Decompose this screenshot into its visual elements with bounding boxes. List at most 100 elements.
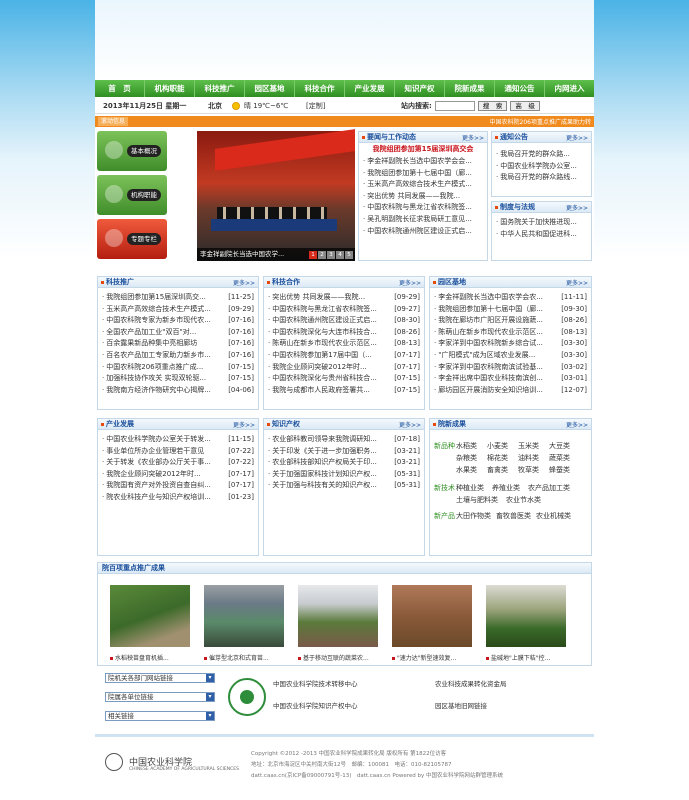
results-link[interactable]: 大豆类 (549, 440, 580, 452)
regulation-item[interactable]: 国务院关于加快推进现... (492, 217, 591, 229)
list-item[interactable]: 我院与成都市人民政府签署共...[07-15] (264, 385, 424, 397)
results-more[interactable]: 更多>> (566, 420, 588, 429)
list-item[interactable]: 突出优势 共同发展——我院...[09-29] (264, 292, 424, 304)
results-link[interactable]: 农业节水类 (506, 494, 546, 506)
list-item[interactable]: 李家洋到中国农科院南滨试验基...[03-02] (430, 362, 591, 374)
ip-more[interactable]: 更多>> (399, 420, 421, 429)
strip-photo[interactable] (110, 585, 190, 647)
list-item[interactable]: 中国农科院专家为新乡市现代农...[07-16] (98, 315, 258, 327)
news-item[interactable]: 我院组团参加第十七届中国（廊... (359, 168, 487, 180)
nav-home[interactable]: 首 页 (95, 80, 145, 97)
slideshow[interactable]: 李金祥副院长当选中国农学... 1 2 3 4 5 (197, 129, 355, 261)
overview-button[interactable]: 基本概况 (97, 131, 167, 171)
footer-icp[interactable]: datt.caas.cn(京ICP备09000791号-13) datt.caa… (251, 771, 503, 779)
list-item[interactable]: 关于转发《农业部办公厅关于事...[07-22] (98, 457, 258, 469)
results-link[interactable]: 水稻类 (456, 440, 487, 452)
strip-photo[interactable] (486, 585, 566, 647)
results-link[interactable]: 农产品加工类 (528, 482, 578, 494)
slide-page-4[interactable]: 4 (336, 251, 344, 259)
slide-page-5[interactable]: 5 (345, 251, 353, 259)
customize-link[interactable]: [定制] (306, 101, 401, 111)
list-item[interactable]: 农业部科技部知识产权局关于印...[03-21] (264, 457, 424, 469)
list-item[interactable]: 关于加强国家科技计划知识产权...[05-31] (264, 469, 424, 481)
list-item[interactable]: 中国农科院206项重点推广成...[07-15] (98, 362, 258, 374)
search-button[interactable]: 搜 索 (477, 101, 508, 111)
list-item[interactable]: 李金祥出席中国农业科技南滨创...[03-01] (430, 373, 591, 385)
strip-caption[interactable]: 盐碱地"上膜下秸"控... (486, 653, 572, 662)
nav-tech-coop[interactable]: 科技合作 (295, 80, 345, 97)
results-link[interactable]: 土壤与肥料类 (456, 494, 506, 506)
link-select-related[interactable]: 相关链接 (105, 711, 215, 721)
slide-page-3[interactable]: 3 (327, 251, 335, 259)
list-item[interactable]: 李金祥副院长当选中国农学会农...[11-11] (430, 292, 591, 304)
news-item[interactable]: 吴孔明副院长征求我局研工意见... (359, 214, 487, 226)
results-link[interactable]: 玉米类 (518, 440, 549, 452)
list-item[interactable]: 关于加强与科技有关的知识产权...[05-31] (264, 480, 424, 492)
institution-button[interactable]: 机构职能 (97, 175, 167, 215)
special-topic-button[interactable]: 专题专栏 (97, 219, 167, 259)
list-item[interactable]: 李家洋到中国农科院新乡综合试...[03-30] (430, 338, 591, 350)
list-item[interactable]: "广阳模式"成为区域农业发展...[03-30] (430, 350, 591, 362)
list-item[interactable]: 中国农科院深化与贵州省科技合...[07-15] (264, 373, 424, 385)
results-link[interactable]: 大田作物类 (456, 510, 496, 522)
regulation-item[interactable]: 中华人民共和国促进科... (492, 229, 591, 241)
list-item[interactable]: 全国农产品加工业"双百"对...[07-16] (98, 327, 258, 339)
news-more[interactable]: 更多>> (462, 133, 484, 142)
list-item[interactable]: 百余露果新品种集中亮相廊坊[07-16] (98, 338, 258, 350)
notice-item[interactable]: 我局召开党的群众路线... (492, 172, 591, 184)
strip-photo[interactable] (298, 585, 378, 647)
list-item[interactable]: 农业部科教司领导来我院调研知...[07-18] (264, 434, 424, 446)
list-item[interactable]: 中国农科院与黑龙江省农科院签...[09-27] (264, 304, 424, 316)
strip-caption[interactable]: 基于移动互联的蔬菜农... (298, 653, 384, 662)
advanced-search-button[interactable]: 高 级 (510, 101, 540, 111)
strip-photo[interactable] (204, 585, 284, 647)
results-link[interactable]: 畜牧兽医类 (496, 510, 536, 522)
nav-institution[interactable]: 机构职能 (145, 80, 195, 97)
link-select-units[interactable]: 院属各单位链接 (105, 692, 215, 702)
list-item[interactable]: 加强科技协作攻关 实现双轮驱...[07-15] (98, 373, 258, 385)
news-item[interactable]: 玉米高产高效综合技术生产模式... (359, 179, 487, 191)
list-item[interactable]: 玉米高产高效综合技术生产模式...[09-29] (98, 304, 258, 316)
nav-park-base[interactable]: 园区基地 (245, 80, 295, 97)
results-link[interactable]: 蔬菜类 (549, 452, 580, 464)
search-input[interactable] (434, 101, 475, 111)
results-link[interactable]: 小麦类 (487, 440, 518, 452)
nav-notices[interactable]: 通知公告 (495, 80, 545, 97)
results-link[interactable]: 棉花类 (487, 452, 518, 464)
nav-ip[interactable]: 知识产权 (395, 80, 445, 97)
strip-caption[interactable]: 水稻秧苗盘育机插... (110, 653, 196, 662)
regulations-more[interactable]: 更多>> (566, 203, 588, 212)
scrolling-text[interactable]: 中国农科院206项重点推广成果助力转 (490, 117, 591, 126)
list-item[interactable]: 我院企业顾问突破2012年时...[07-17] (98, 469, 258, 481)
slide-page-1[interactable]: 1 (309, 251, 317, 259)
list-item[interactable]: 中国农科院通州院区建设正式启...[08-30] (264, 315, 424, 327)
list-item[interactable]: 中国农业科学院办公室关于转发...[11-15] (98, 434, 258, 446)
results-link[interactable]: 养殖业类 (492, 482, 528, 494)
news-headline[interactable]: 我院组团参加第15届深圳高交会 (359, 143, 487, 156)
link-old-site[interactable]: 园区基地旧网链接 (435, 700, 487, 710)
strip-caption[interactable]: "速力达"新型速效复... (392, 653, 478, 662)
news-item[interactable]: 突出优势 共同发展——我院... (359, 191, 487, 203)
list-item[interactable]: 院农业科技产业与知识产权培训...[01-23] (98, 492, 258, 504)
list-item[interactable]: 中国农科院深化与大连市科技合...[08-26] (264, 327, 424, 339)
list-item[interactable]: 陈萌山在新乡市现代农业示范区...[08-13] (264, 338, 424, 350)
results-link[interactable]: 牧草类 (518, 464, 549, 476)
link-select-departments[interactable]: 院机关各部门网站链接 (105, 673, 215, 683)
list-item[interactable]: 事业单位所办企业管理若干意见[07-22] (98, 446, 258, 458)
notice-box-more[interactable]: 更多>> (566, 133, 588, 142)
nav-industry[interactable]: 产业发展 (345, 80, 395, 97)
list-item[interactable]: 我院国有资产对外投资自查自纠...[07-17] (98, 480, 258, 492)
list-item[interactable]: 我院南方经济作物研究中心揭牌...[04-06] (98, 385, 258, 397)
list-item[interactable]: 中国农科院参加第17届中国（...[07-17] (264, 350, 424, 362)
news-item[interactable]: 中国农科院与黑龙江省农科院签... (359, 202, 487, 214)
link-ip-center[interactable]: 中国农业科学院知识产权中心 (273, 700, 358, 710)
results-link[interactable]: 种植业类 (456, 482, 492, 494)
strip-caption[interactable]: 催芽型北京和式育苗... (204, 653, 290, 662)
results-link[interactable]: 畜禽类 (487, 464, 518, 476)
nav-tech-promo[interactable]: 科技推广 (195, 80, 245, 97)
news-item[interactable]: 中国农科院通州院区建设正式启... (359, 226, 487, 238)
results-link[interactable]: 杂粮类 (456, 452, 487, 464)
list-item[interactable]: 关于印发《关于进一步加强职务...[03-21] (264, 446, 424, 458)
nav-results[interactable]: 院新成果 (445, 80, 495, 97)
list-item[interactable]: 陈萌山在新乡市现代农业示范区...[08-13] (430, 327, 591, 339)
